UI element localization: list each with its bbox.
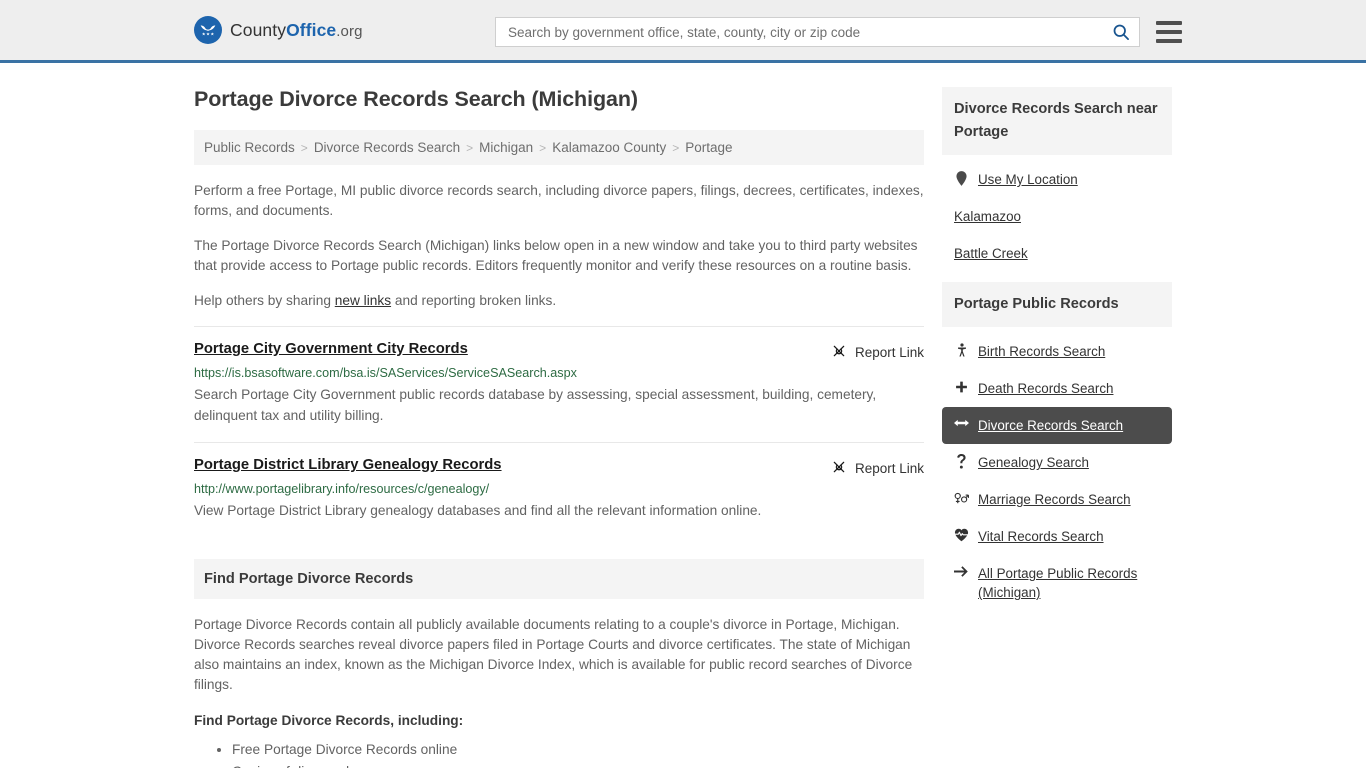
- logo-text-county: County: [230, 19, 287, 40]
- sidebar-item-birth-records-search[interactable]: Birth Records Search: [942, 333, 1172, 370]
- breadcrumb-item-portage: Portage: [685, 140, 733, 155]
- sidebar-item-vital-records-search[interactable]: Vital Records Search: [942, 518, 1172, 555]
- result-title-link[interactable]: Portage District Library Genealogy Recor…: [194, 457, 502, 473]
- sidebar-item-marriage-records-search[interactable]: Marriage Records Search: [942, 481, 1172, 518]
- search-box[interactable]: [495, 17, 1140, 47]
- heart-pulse-icon: [954, 527, 969, 542]
- sidebar-item-label[interactable]: Genealogy Search: [978, 453, 1089, 472]
- breadcrumb-separator: >: [466, 140, 474, 155]
- report-link-button[interactable]: Report Link: [831, 341, 924, 362]
- sidebar-public-records-heading: Portage Public Records: [942, 282, 1172, 327]
- header-search-area: [495, 17, 1182, 47]
- content-row: Portage Divorce Records Search (Michigan…: [194, 63, 1172, 768]
- report-link-button[interactable]: Report Link: [831, 457, 924, 478]
- menu-bar-1: [1156, 21, 1182, 25]
- page-body: Portage Divorce Records Search (Michigan…: [0, 63, 1366, 768]
- breadcrumb-item-kalamazoo-county[interactable]: Kalamazoo County: [552, 140, 666, 155]
- sidebar-item-label[interactable]: Kalamazoo: [954, 207, 1021, 226]
- site-header: CountyOffice.org: [0, 0, 1366, 63]
- eagle-shield-logo-icon: [194, 16, 222, 44]
- double-arrow-icon: [954, 416, 969, 429]
- sidebar-item-kalamazoo[interactable]: Kalamazoo: [942, 198, 1172, 235]
- report-link-label: Report Link: [854, 345, 924, 360]
- sidebar-item-battle-creek[interactable]: Battle Creek: [942, 235, 1172, 272]
- breadcrumb-item-divorce-records-search[interactable]: Divorce Records Search: [314, 140, 460, 155]
- sidebar-public-records-list: Birth Records Search Death Records Searc…: [942, 327, 1172, 621]
- breadcrumb-separator: >: [300, 140, 308, 155]
- menu-bar-3: [1156, 39, 1182, 43]
- share-text-after: and reporting broken links.: [391, 293, 557, 308]
- breadcrumb-separator: >: [539, 140, 547, 155]
- breadcrumb-item-michigan[interactable]: Michigan: [479, 140, 533, 155]
- broken-link-icon: [831, 343, 847, 362]
- search-input[interactable]: [506, 23, 1111, 41]
- report-link-label: Report Link: [854, 461, 924, 476]
- menu-bar-2: [1156, 30, 1182, 34]
- cross-icon: [954, 379, 969, 394]
- sidebar-item-all-portage-public-records[interactable]: All Portage Public Records (Michigan): [942, 555, 1172, 611]
- find-section-paragraph: Portage Divorce Records contain all publ…: [194, 617, 913, 692]
- breadcrumb-item-public-records[interactable]: Public Records: [204, 140, 295, 155]
- find-section-body: Portage Divorce Records contain all publ…: [194, 599, 924, 768]
- broken-link-icon: [831, 459, 847, 478]
- result-title-link[interactable]: Portage City Government City Records: [194, 341, 468, 357]
- result-header: Portage City Government City Records Rep…: [194, 341, 924, 362]
- intro-paragraph-2: The Portage Divorce Records Search (Mich…: [194, 238, 918, 273]
- sidebar-item-genealogy-search[interactable]: Genealogy Search: [942, 444, 1172, 481]
- sidebar-near-panel-list: Use My Location Kalamazoo Battle Creek: [942, 155, 1172, 282]
- sidebar-item-label[interactable]: Battle Creek: [954, 244, 1028, 263]
- arrow-right-icon: [954, 564, 969, 578]
- gender-symbols-icon: [954, 490, 969, 505]
- breadcrumb: Public Records > Divorce Records Search …: [194, 130, 924, 165]
- map-pin-icon: [954, 170, 969, 186]
- sidebar-item-death-records-search[interactable]: Death Records Search: [942, 370, 1172, 407]
- sidebar: Divorce Records Search near Portage Use …: [942, 87, 1172, 768]
- find-section-list: Free Portage Divorce Records online Copi…: [194, 739, 924, 768]
- sidebar-item-label[interactable]: All Portage Public Records (Michigan): [978, 564, 1160, 602]
- result-description: View Portage District Library genealogy …: [194, 503, 762, 518]
- logo-text-office: Office: [286, 19, 337, 40]
- sidebar-item-label[interactable]: Divorce Records Search: [978, 416, 1123, 435]
- sidebar-item-use-my-location[interactable]: Use My Location: [942, 161, 1172, 198]
- sidebar-item-label[interactable]: Use My Location: [978, 170, 1078, 189]
- baby-icon: [954, 342, 969, 358]
- search-icon[interactable]: [1111, 22, 1131, 42]
- result-item: Portage City Government City Records Rep…: [194, 326, 924, 442]
- share-text-before: Help others by sharing: [194, 293, 335, 308]
- breadcrumb-separator: >: [672, 140, 680, 155]
- intro-paragraph-3: Help others by sharing new links and rep…: [194, 291, 924, 311]
- intro-paragraph-1: Perform a free Portage, MI public divorc…: [194, 183, 924, 218]
- result-header: Portage District Library Genealogy Recor…: [194, 457, 924, 478]
- list-item: Free Portage Divorce Records online: [232, 739, 924, 761]
- result-description: Search Portage City Government public re…: [194, 387, 877, 423]
- page-title: Portage Divorce Records Search (Michigan…: [194, 87, 638, 111]
- sidebar-item-label[interactable]: Death Records Search: [978, 379, 1113, 398]
- logo-text-tld: .org: [336, 22, 363, 40]
- sidebar-item-label[interactable]: Vital Records Search: [978, 527, 1104, 546]
- list-item: Copies of divorce decrees: [232, 761, 924, 768]
- sidebar-item-divorce-records-search[interactable]: Divorce Records Search: [942, 407, 1172, 444]
- question-mark-icon: [954, 453, 969, 469]
- find-section-heading: Find Portage Divorce Records: [194, 559, 924, 599]
- result-url: https://is.bsasoftware.com/bsa.is/SAServ…: [194, 366, 577, 380]
- result-item: Portage District Library Genealogy Recor…: [194, 442, 924, 537]
- hamburger-menu-icon[interactable]: [1156, 21, 1182, 43]
- find-section-lead: Find Portage Divorce Records, including:: [194, 713, 464, 728]
- sidebar-near-panel-heading: Divorce Records Search near Portage: [942, 87, 1172, 155]
- site-logo[interactable]: CountyOffice.org: [194, 16, 363, 44]
- result-url: http://www.portagelibrary.info/resources…: [194, 482, 490, 496]
- sidebar-item-label[interactable]: Birth Records Search: [978, 342, 1105, 361]
- sidebar-item-label[interactable]: Marriage Records Search: [978, 490, 1131, 509]
- logo-wordmark: CountyOffice.org: [230, 20, 363, 41]
- main-column: Portage Divorce Records Search (Michigan…: [194, 87, 924, 768]
- new-links-link[interactable]: new links: [335, 293, 391, 308]
